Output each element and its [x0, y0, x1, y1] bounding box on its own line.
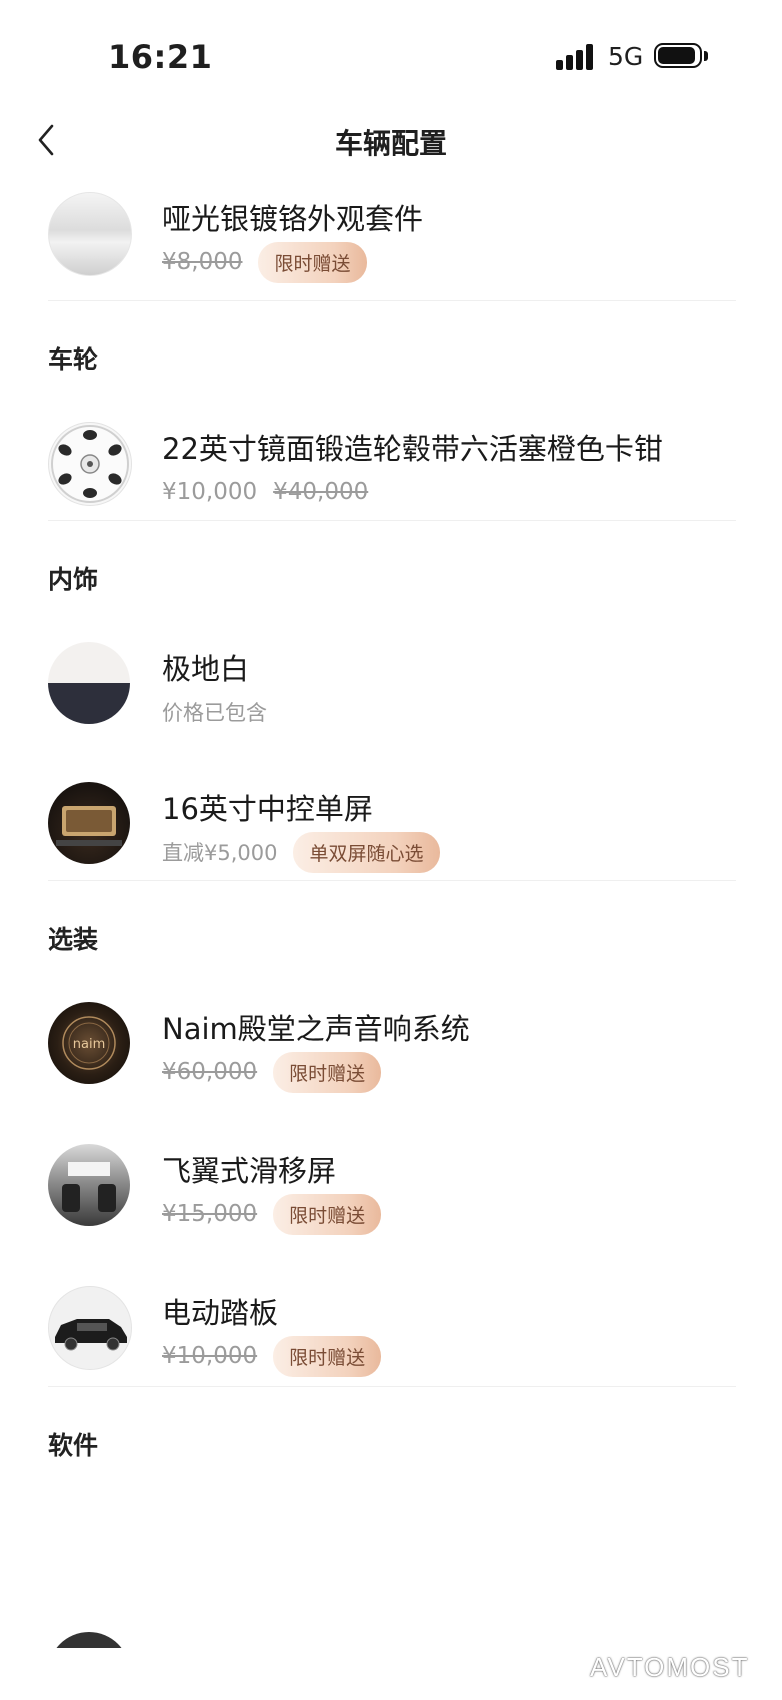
promo-badge: 限时赠送 — [273, 1193, 382, 1235]
cellular-signal-icon — [556, 44, 596, 70]
current-price: ¥10,000 — [162, 479, 258, 505]
cabin-icon — [62, 1162, 116, 1212]
battery-icon — [654, 43, 708, 70]
promo-badge: 限时赠送 — [273, 1051, 382, 1093]
price-note: 价格已包含 — [162, 701, 267, 725]
interior-color-swatch — [48, 642, 130, 724]
item-name: 哑光银镀铬外观套件 — [162, 202, 424, 236]
wheel-icon — [51, 425, 129, 503]
section-title-software: 软件 — [48, 1431, 99, 1460]
config-item-center-screen[interactable]: 16英寸中控单屏 直减¥5,000 单双屏随心选 — [0, 772, 782, 873]
discount-note: 直减¥5,000 — [162, 841, 278, 865]
config-item-running-board[interactable]: 电动踏板 ¥10,000 限时赠送 — [0, 1276, 782, 1377]
original-price: ¥10,000 — [162, 1343, 258, 1369]
watermark: AVTOMOST — [590, 1652, 750, 1682]
network-type: 5G — [608, 42, 644, 71]
item-name: 16英寸中控单屏 — [162, 792, 373, 826]
promo-badge: 限时赠送 — [258, 241, 367, 283]
divider — [48, 520, 736, 521]
original-price: ¥15,000 — [162, 1201, 258, 1227]
config-item-exterior-kit[interactable]: 哑光银镀铬外观套件 ¥8,000 限时赠送 — [0, 182, 782, 283]
original-price: ¥60,000 — [162, 1059, 258, 1085]
section-title-wheels: 车轮 — [48, 345, 99, 374]
screen-icon — [56, 806, 122, 846]
config-item-naim-audio[interactable]: naim Naim殿堂之声音响系统 ¥60,000 限时赠送 — [0, 992, 782, 1093]
divider — [48, 1386, 736, 1387]
config-item-wheel[interactable]: 22英寸镜面锻造轮毂带六活塞橙色卡钳 ¥10,000 ¥40,000 — [0, 412, 782, 512]
status-time: 16:21 — [108, 38, 213, 76]
section-title-interior: 内饰 — [48, 565, 99, 594]
section-title-options: 选装 — [48, 925, 99, 954]
speaker-icon: naim — [62, 1016, 116, 1070]
item-name: 极地白 — [162, 652, 250, 686]
divider — [48, 300, 736, 301]
item-name: 22英寸镜面锻造轮毂带六活塞橙色卡钳 — [162, 432, 663, 466]
config-item-partial[interactable] — [0, 1628, 782, 1648]
wheel-thumbnail — [48, 422, 132, 506]
nav-bar: 车辆配置 — [0, 100, 782, 180]
running-board-thumbnail — [48, 1286, 132, 1370]
svg-text:naim: naim — [73, 1037, 105, 1052]
promo-badge: 单双屏随心选 — [293, 831, 440, 873]
original-price: ¥8,000 — [162, 249, 243, 275]
status-bar: 16:21 5G — [0, 0, 782, 100]
exterior-kit-thumbnail — [48, 192, 132, 276]
car-icon — [55, 1319, 127, 1351]
original-price: ¥40,000 — [273, 479, 369, 505]
item-name: Naim殿堂之声音响系统 — [162, 1012, 470, 1046]
promo-badge: 限时赠送 — [273, 1335, 382, 1377]
partial-thumbnail — [48, 1632, 130, 1648]
config-item-interior-color[interactable]: 极地白 价格已包含 — [0, 632, 782, 732]
divider — [48, 880, 736, 881]
sliding-screen-thumbnail — [48, 1144, 130, 1226]
config-item-sliding-screen[interactable]: 飞翼式滑移屏 ¥15,000 限时赠送 — [0, 1134, 782, 1235]
item-name: 电动踏板 — [162, 1296, 279, 1330]
center-screen-thumbnail — [48, 782, 130, 864]
page-title: 车辆配置 — [334, 127, 447, 160]
naim-audio-thumbnail: naim — [48, 1002, 130, 1084]
item-name: 飞翼式滑移屏 — [162, 1154, 337, 1188]
